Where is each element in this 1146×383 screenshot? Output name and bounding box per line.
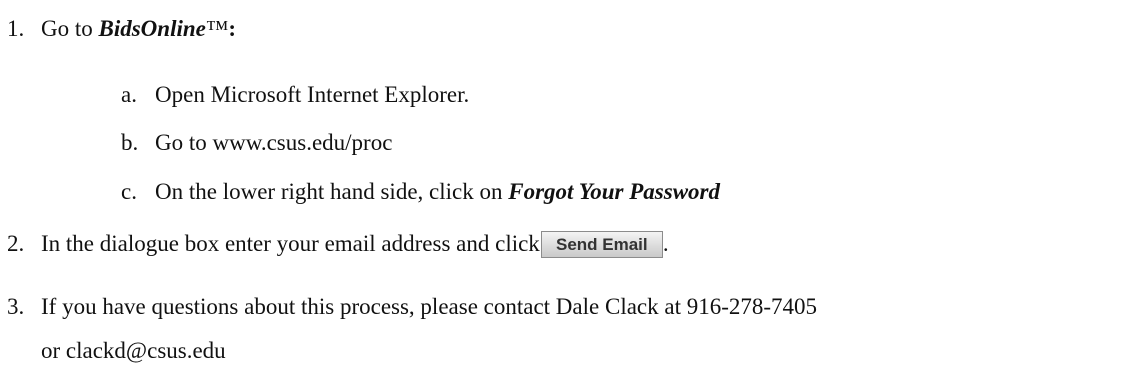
substep-a-text: Open Microsoft Internet Explorer.	[155, 82, 470, 107]
step-1-number: 1.	[7, 16, 25, 41]
step-2-number: 2.	[7, 231, 25, 256]
step-3-continuation: or clackd@csus.edu	[41, 338, 226, 363]
step-2-text: In the dialogue box enter your email add…	[41, 229, 669, 259]
step-1-colon: :	[228, 16, 237, 41]
step-1-prefix: Go to	[41, 16, 99, 41]
step-3-text: If you have questions about this process…	[41, 294, 818, 319]
send-email-button: Send Email	[540, 231, 663, 258]
substep-a-letter: a.	[121, 82, 137, 107]
substep-c-text: On the lower right hand side, click on F…	[155, 177, 720, 207]
substep-b-letter: b.	[121, 130, 139, 155]
substep-c-letter: c.	[121, 179, 137, 204]
step-3-number: 3.	[7, 294, 25, 319]
step-1-text: Go to BidsOnline™:	[41, 14, 236, 44]
forgot-password-link-text: Forgot Your Password	[508, 179, 720, 204]
step-2-instruction: In the dialogue box enter your email add…	[41, 231, 540, 256]
step-2-period: .	[662, 231, 669, 256]
substep-c-prefix: On the lower right hand side, click on	[155, 179, 509, 204]
bidsonline-name: BidsOnline	[98, 16, 206, 41]
substep-b-text: Go to www.csus.edu/proc	[155, 130, 393, 155]
trademark-symbol: ™	[205, 16, 229, 41]
